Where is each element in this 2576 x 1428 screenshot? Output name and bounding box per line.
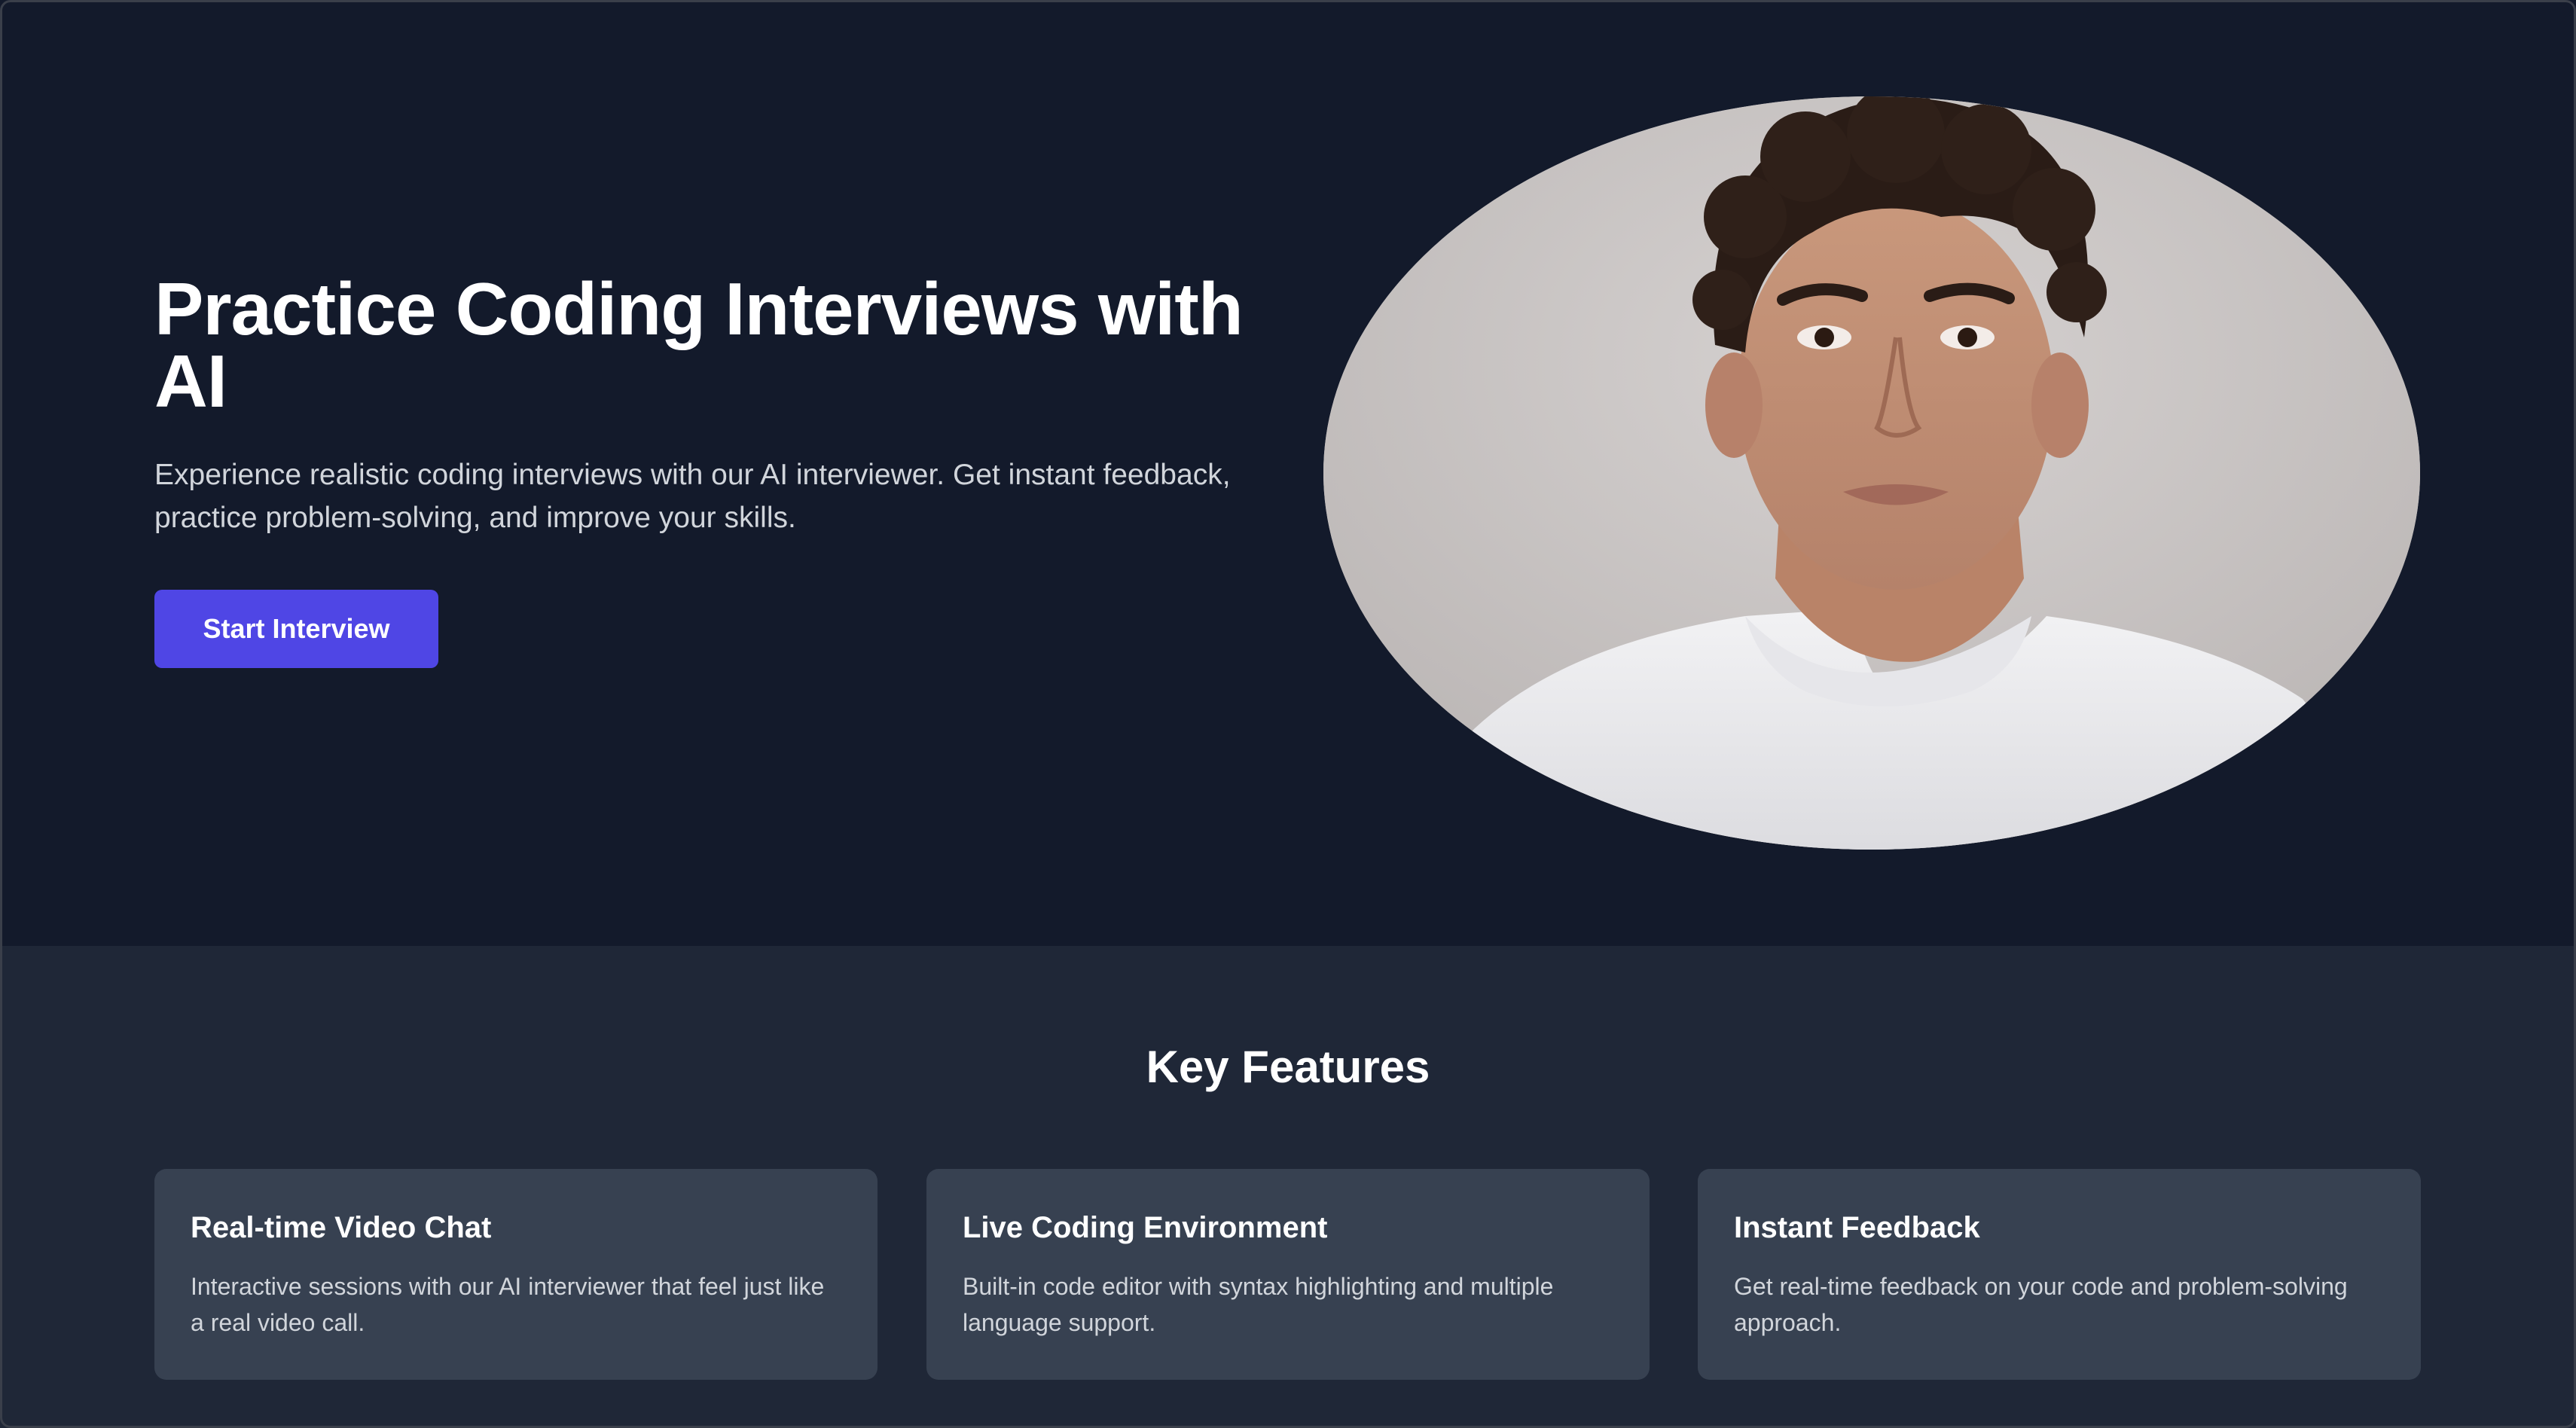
hero-text-block: Practice Coding Interviews with AI Exper…	[154, 267, 1269, 539]
feature-card-description: Interactive sessions with our AI intervi…	[191, 1273, 825, 1336]
feature-card-title: Real-time Video Chat	[191, 1211, 492, 1244]
hero-title: Practice Coding Interviews with AI	[154, 267, 1244, 423]
interviewer-portrait-image	[1323, 96, 2420, 850]
feature-card-title: Instant Feedback	[1734, 1211, 1980, 1244]
feature-card-title: Live Coding Environment	[963, 1211, 1328, 1244]
feature-card-video-chat: Real-time Video Chat Interactive session…	[154, 1169, 877, 1380]
hero-description: Experience realistic coding interviews w…	[154, 459, 1231, 534]
feature-card-description: Built-in code editor with syntax highlig…	[963, 1273, 1554, 1336]
hero-section: Practice Coding Interviews with AI Exper…	[0, 0, 2576, 946]
feature-card-coding-environment: Live Coding Environment Built-in code ed…	[926, 1169, 1650, 1380]
start-interview-button[interactable]: Start Interview	[154, 590, 438, 668]
features-section: Key Features Real-time Video Chat Intera…	[0, 946, 2576, 1428]
feature-card-instant-feedback: Instant Feedback Get real-time feedback …	[1698, 1169, 2421, 1380]
features-heading: Key Features	[1146, 1042, 1430, 1092]
feature-card-description: Get real-time feedback on your code and …	[1734, 1273, 2348, 1336]
